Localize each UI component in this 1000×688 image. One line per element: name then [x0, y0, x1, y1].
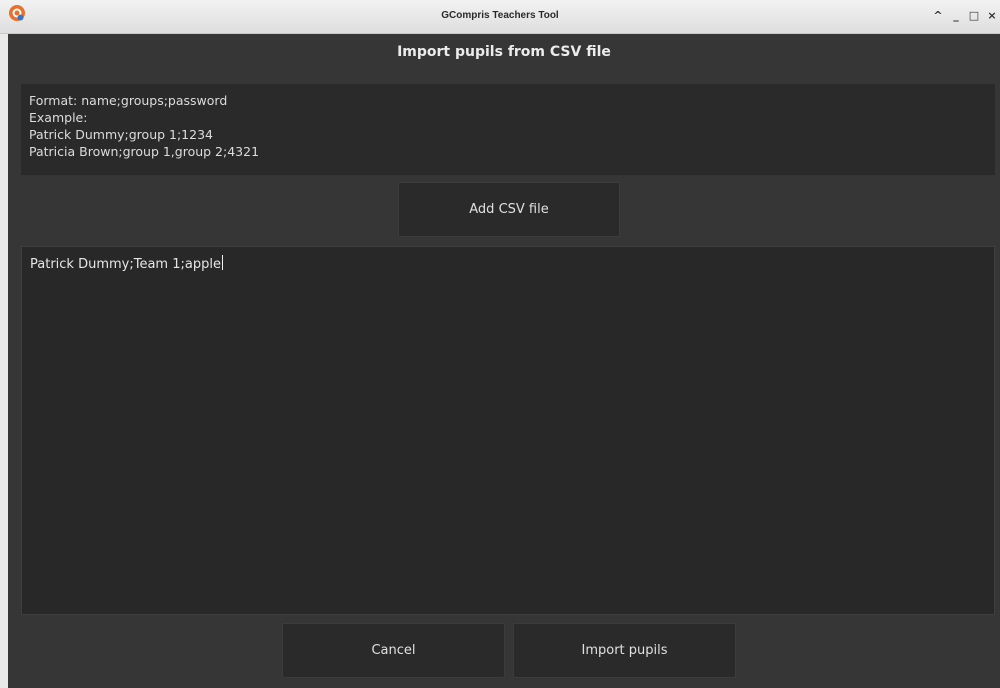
format-help-panel: Format: name;groups;password Example: Pa…: [21, 84, 995, 175]
cancel-button[interactable]: Cancel: [282, 623, 505, 678]
import-dialog: Import pupils from CSV file Format: name…: [8, 34, 1000, 688]
csv-editor-text: Patrick Dummy;Team 1;apple: [30, 257, 221, 272]
dialog-title: Import pupils from CSV file: [397, 44, 611, 60]
format-help-line: Patricia Brown;group 1,group 2;4321: [29, 144, 260, 159]
maximize-button[interactable]: □: [966, 8, 982, 24]
minimize-button[interactable]: _: [948, 8, 964, 24]
format-help-line: Example:: [29, 110, 88, 125]
format-help-line: Format: name;groups;password: [29, 93, 228, 108]
shade-button[interactable]: ^: [930, 8, 946, 24]
csv-text-editor[interactable]: Patrick Dummy;Team 1;apple: [21, 246, 995, 615]
window-titlebar[interactable]: GCompris Teachers Tool ^ _ □ ×: [0, 0, 1000, 34]
add-csv-file-button[interactable]: Add CSV file: [398, 182, 620, 237]
text-caret: [221, 255, 223, 270]
import-pupils-button[interactable]: Import pupils: [513, 623, 736, 678]
format-help-line: Patrick Dummy;group 1;1234: [29, 127, 213, 142]
window-title: GCompris Teachers Tool: [441, 10, 559, 21]
close-button[interactable]: ×: [984, 8, 1000, 24]
